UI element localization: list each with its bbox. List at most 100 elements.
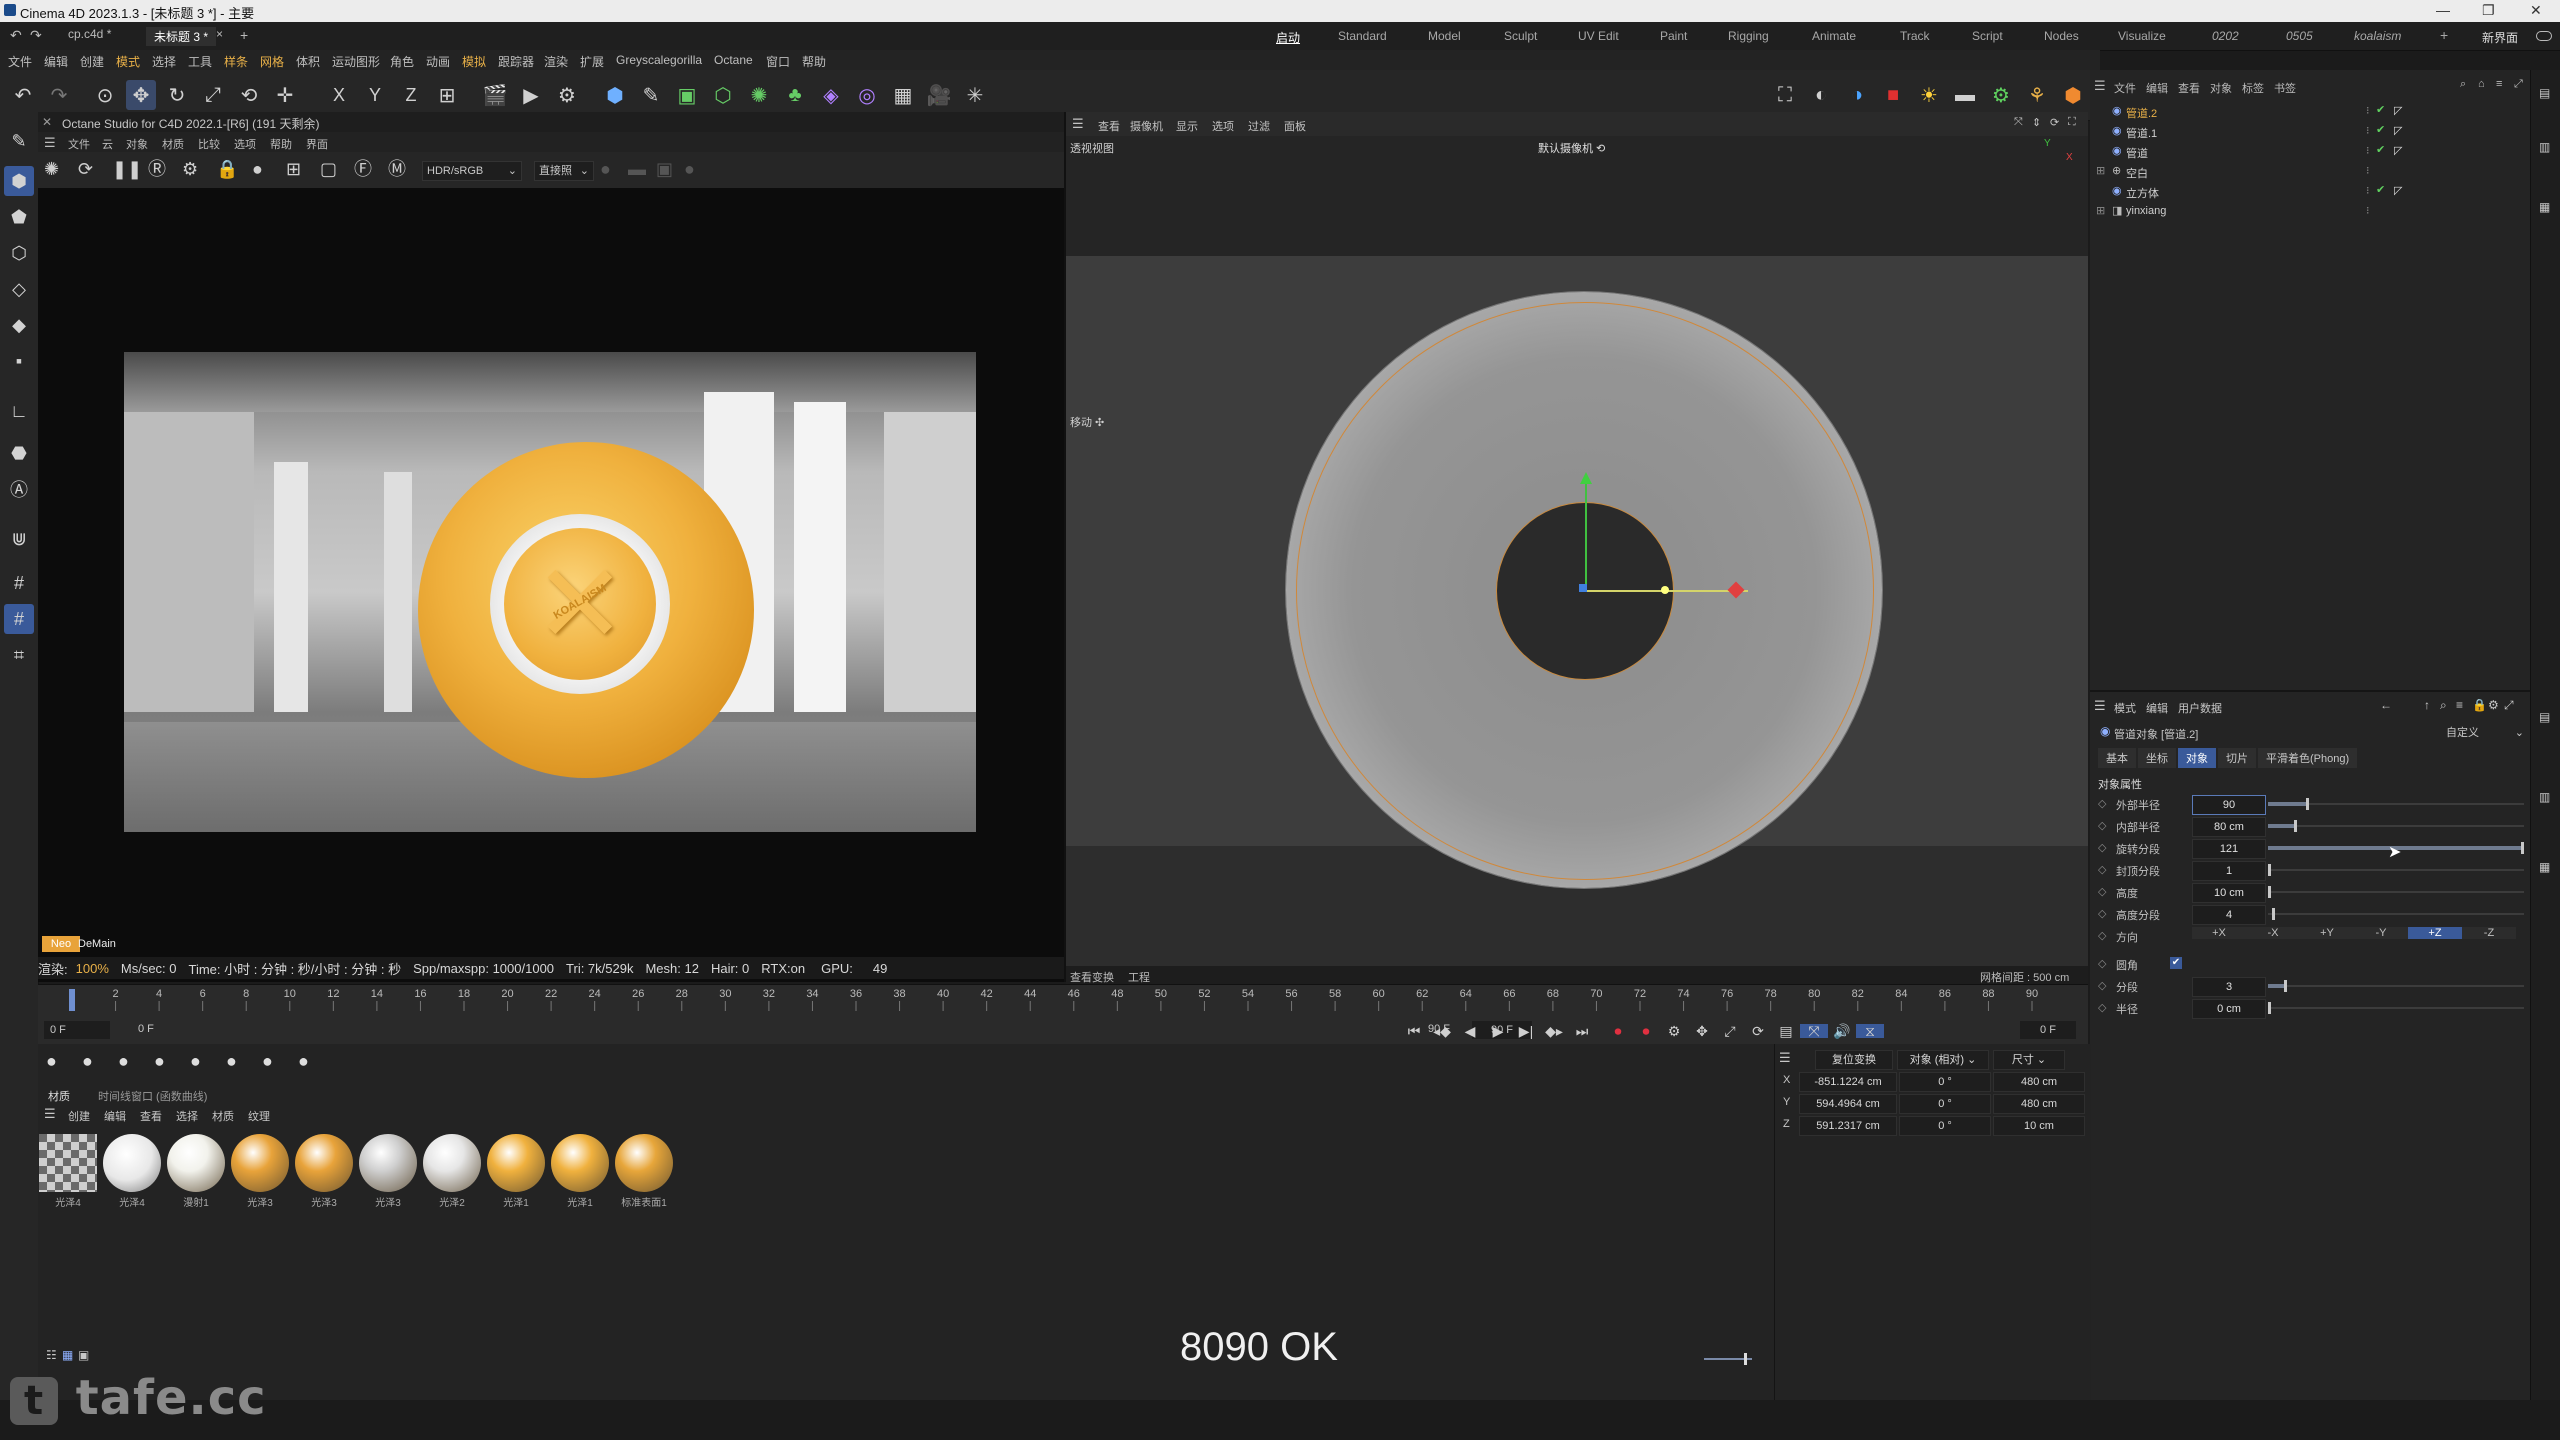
snap-icon[interactable]: ⋓ [4,524,34,554]
tab-basic[interactable]: 基本 [2098,748,2136,768]
goto-start-icon[interactable]: ⏮ [1400,1024,1428,1038]
enabled-check-icon[interactable]: ✔ [2376,103,2385,116]
material-preview-icon[interactable]: ● [298,1052,309,1070]
layout-tab-0505[interactable]: 0505 [2286,29,2313,43]
octane-region-icon[interactable]: Ⓡ [148,160,166,178]
settings-icon[interactable]: ⚙ [2488,698,2499,712]
menu-window[interactable]: 窗口 [766,53,790,70]
cap-segments-slider[interactable] [2268,864,2524,876]
menu-spline[interactable]: 样条 [224,53,248,70]
close-panel-icon[interactable]: ✕ [42,115,52,129]
position-z-field[interactable]: 591.2317 cm [1799,1116,1897,1136]
octane-dot2-icon[interactable]: ● [684,160,695,178]
render-region-icon[interactable]: 🎬 [480,80,510,110]
slider-knob[interactable] [2294,820,2297,832]
slider-knob[interactable] [2521,842,2524,854]
octane-menu-options[interactable]: 选项 [234,136,256,152]
render-settings-icon[interactable]: ⚙ [552,80,582,110]
fillet-radius-field[interactable]: 0 cm [2192,999,2266,1019]
project-label[interactable]: 工程 [1128,969,1150,985]
view-transform-label[interactable]: 查看变换 [1070,969,1114,985]
material-swatch[interactable]: 光泽4 [102,1134,162,1209]
move-key-icon[interactable]: ✥ [1688,1024,1716,1038]
axis-mode-icon[interactable]: ∟ [4,396,34,426]
object-row[interactable]: ◉ 管道.1 ⁝ ✔ ◸ [2094,122,2524,142]
hamburger-icon[interactable]: ☰ [1779,1050,1791,1066]
orient-plus-y[interactable]: +Y [2300,927,2354,939]
octane-focus-icon[interactable]: Ⓕ [354,160,372,178]
cap-segments-field[interactable]: 1 [2192,861,2266,881]
outer-radius-slider[interactable] [2268,798,2524,810]
slider-knob[interactable] [2306,798,2309,810]
tab-phong[interactable]: 平滑着色(Phong) [2258,748,2358,768]
size-y-field[interactable]: 480 cm [1993,1094,2085,1114]
material-swatch[interactable]: 光泽3 [294,1134,354,1209]
add-layout-icon[interactable]: + [2440,27,2448,43]
scale-tool-icon[interactable]: ⤢ [198,80,228,110]
layout-tab-standard[interactable]: Standard [1338,29,1387,43]
points-mode-icon[interactable]: ⬟ [4,202,34,232]
visibility-icon[interactable]: ⁝ [2366,144,2370,157]
attr-menu-userdata[interactable]: 用户数据 [2178,700,2222,716]
mat-menu-view[interactable]: 查看 [140,1108,162,1124]
attr-menu-mode[interactable]: 模式 [2114,700,2136,716]
keyframe-icon[interactable]: ◇ [2098,929,2106,942]
move-tool-icon[interactable]: ✥ [126,80,156,110]
layout-tab-koalaism[interactable]: koalaism [2354,29,2401,43]
layout-tab-model[interactable]: Model [1428,29,1461,43]
up-arrow-icon[interactable]: ↑ [2424,698,2430,712]
undo-icon[interactable]: ↶ [8,80,38,110]
inner-radius-field[interactable]: 80 cm [2192,817,2266,837]
symmetry-icon[interactable]: Ⓐ [4,474,34,504]
vp-menu-options[interactable]: 选项 [1212,118,1234,134]
mat-menu-select[interactable]: 选择 [176,1108,198,1124]
minimize-button[interactable]: — [2436,2,2450,18]
vp-nav-icon[interactable]: ⤧ [2014,116,2023,129]
visibility-icon[interactable]: ⁝ [2366,184,2370,197]
search-icon[interactable]: ⌕ [2440,698,2447,713]
keyframe-icon[interactable]: ◇ [2098,841,2106,854]
enabled-check-icon[interactable]: ✔ [2376,183,2385,196]
rotation-b-field[interactable]: 0 ° [1899,1116,1991,1136]
uv-mode-icon[interactable]: ◆ [4,310,34,340]
timeline-ruler[interactable]: 0246810121416182022242628303234363840424… [52,985,2082,1013]
workplane-align-icon[interactable]: ⌗ [4,640,34,670]
fillet-segments-slider[interactable] [2268,980,2524,992]
preset-select[interactable]: 自定义 ⌄ [2442,724,2528,742]
kernel-select[interactable]: 直接照 ⌄ [534,161,594,181]
layout-tab-script[interactable]: Script [1972,29,2003,43]
layout-tab-startup[interactable]: 启动 [1276,29,1300,46]
gizmo-z-handle[interactable] [1579,584,1587,592]
light-icon[interactable]: ✳ [960,80,990,110]
object-row[interactable]: ◉ 管道 ⁝ ✔ ◸ [2094,142,2524,162]
material-preview-icon[interactable]: ● [190,1052,201,1070]
home-icon[interactable]: ⌂ [2478,78,2485,90]
workplane-active-icon[interactable]: # [4,604,34,634]
visibility-icon[interactable]: ⁝ [2366,104,2370,117]
material-swatch[interactable]: 标准表面1 [614,1134,674,1209]
close-button[interactable]: ✕ [2530,2,2542,19]
menu-help[interactable]: 帮助 [802,53,826,70]
camera-icon[interactable]: 🎥 [924,80,954,110]
mat-menu-create[interactable]: 创建 [68,1108,90,1124]
menu-select[interactable]: 选择 [152,53,176,70]
new-layout-button[interactable]: 新界面 [2482,29,2518,46]
menu-octane[interactable]: Octane [714,53,753,67]
axis-tool-icon[interactable]: ✛ [270,80,300,110]
grid-icon[interactable]: ▦ [888,80,918,110]
octane-extra-icon[interactable]: ⬢ [2058,80,2088,110]
om-menu-file[interactable]: 文件 [2114,80,2136,96]
tab-object[interactable]: 对象 [2178,748,2216,768]
subdivision-icon[interactable]: ▣ [672,80,702,110]
size-z-field[interactable]: 10 cm [1993,1116,2085,1136]
tab-timeline-window[interactable]: 时间线窗口 (函数曲线) [98,1088,207,1104]
fillet-radius-slider[interactable] [2268,1002,2524,1014]
cube-icon[interactable]: ⬢ [600,80,630,110]
menu-mesh[interactable]: 网格 [260,53,284,70]
fillet-checkbox[interactable]: ✔ [2170,957,2182,969]
layout-tab-track[interactable]: Track [1900,29,1930,43]
x-axis-toggle[interactable]: X [324,80,354,110]
redo-icon[interactable]: ↷ [44,80,74,110]
octane-menu-interface[interactable]: 界面 [306,136,328,152]
octane-menu-compare[interactable]: 比较 [198,136,220,152]
